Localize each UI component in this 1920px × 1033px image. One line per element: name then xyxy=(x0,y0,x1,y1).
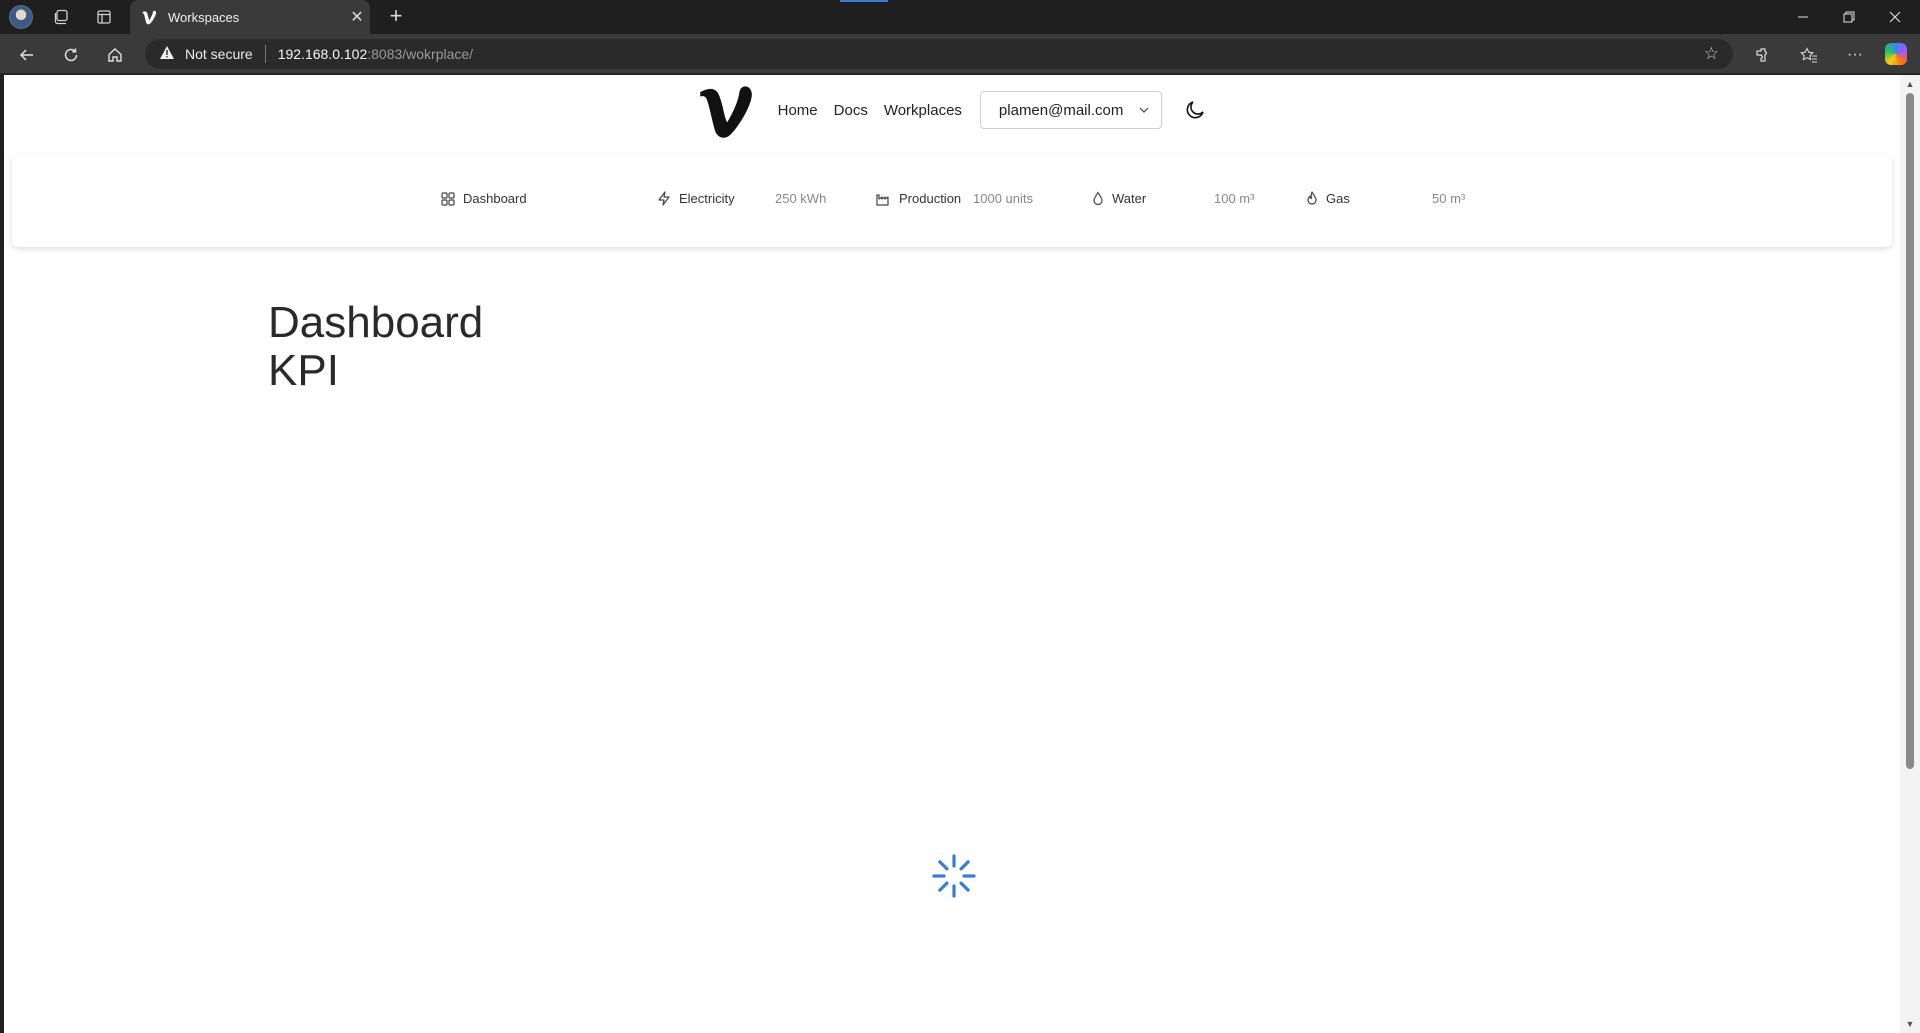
restore-icon[interactable] xyxy=(1826,0,1872,34)
kpi-dashboard[interactable]: Dashboard xyxy=(441,191,527,206)
tab-actions-icon[interactable] xyxy=(90,3,118,31)
kpi-label: Dashboard xyxy=(463,191,527,206)
kpi-label: Water xyxy=(1112,191,1147,206)
spinner-spoke xyxy=(959,881,970,892)
kpi-value: 100 m³ xyxy=(1214,191,1255,206)
flame-icon xyxy=(1307,191,1317,205)
chevron-down-icon xyxy=(1139,107,1149,113)
url-path: :8083/wokrplace/ xyxy=(367,46,474,62)
scrollbar-thumb[interactable] xyxy=(1906,93,1914,769)
url-host: 192.168.0.102 xyxy=(277,46,368,62)
spinner-spoke xyxy=(938,881,949,892)
kpi-bar: Dashboard Electricity 250 kWh Production… xyxy=(12,155,1892,247)
kpi-label: Production xyxy=(899,191,962,206)
spinner-spoke xyxy=(959,860,970,871)
page-title-line1: Dashboard xyxy=(268,298,484,347)
kpi-value: 1000 units xyxy=(973,191,1033,206)
spinner-spoke xyxy=(938,860,949,871)
kpi-label: Gas xyxy=(1326,191,1350,206)
scroll-up-icon[interactable]: ▲ xyxy=(1905,79,1915,89)
kpi-value: 50 m³ xyxy=(1432,191,1466,206)
home-icon[interactable] xyxy=(100,40,130,70)
vimeo-logo-icon[interactable] xyxy=(698,80,754,140)
browser-tab-bar: Workspaces ✕ + xyxy=(0,0,1920,34)
grid-icon xyxy=(441,191,455,206)
profile-avatar[interactable] xyxy=(9,5,33,29)
page-scrollbar[interactable]: ▲ ▼ xyxy=(1900,75,1920,1033)
minimize-icon[interactable] xyxy=(1780,0,1826,34)
browser-tab-active[interactable]: Workspaces ✕ xyxy=(130,0,370,34)
refresh-icon[interactable] xyxy=(56,40,86,70)
kpi-water[interactable]: Water xyxy=(1092,191,1146,206)
page-viewport: Home Docs Workplaces plamen@mail.com Das… xyxy=(4,75,1900,1033)
new-tab-icon[interactable]: + xyxy=(382,3,410,31)
loading-spinner-icon xyxy=(932,854,976,898)
page-title: Dashboard KPI xyxy=(268,299,483,395)
extensions-icon[interactable] xyxy=(1748,40,1778,70)
nav-workplaces-link[interactable]: Workplaces xyxy=(884,102,962,119)
url-separator xyxy=(264,45,266,63)
url-field[interactable]: Not secure 192.168.0.102:8083/wokrplace/… xyxy=(145,39,1733,69)
user-account-dropdown[interactable]: plamen@mail.com xyxy=(979,91,1163,129)
nav-docs-link[interactable]: Docs xyxy=(834,102,868,119)
collections-icon[interactable] xyxy=(48,3,76,31)
factory-icon xyxy=(876,193,889,206)
vimeo-favicon-icon xyxy=(140,8,158,26)
tab-title: Workspaces xyxy=(168,9,240,25)
copilot-icon[interactable] xyxy=(1885,43,1907,65)
kpi-production[interactable]: Production xyxy=(876,191,961,206)
security-label[interactable]: Not secure xyxy=(185,46,253,62)
droplet-icon xyxy=(1093,191,1103,206)
close-window-icon[interactable] xyxy=(1872,0,1918,34)
dark-mode-moon-icon[interactable] xyxy=(1184,99,1206,121)
back-icon[interactable] xyxy=(12,40,42,70)
page-title-line2: KPI xyxy=(268,346,339,395)
kpi-gas[interactable]: Gas xyxy=(1306,191,1350,206)
more-menu-icon[interactable]: ··· xyxy=(1840,40,1870,70)
warning-icon[interactable] xyxy=(159,45,179,64)
kpi-value: 250 kWh xyxy=(775,191,827,206)
tab-indicator xyxy=(840,0,888,2)
tab-close-icon[interactable]: ✕ xyxy=(344,7,370,27)
kpi-label: Electricity xyxy=(679,191,735,206)
kpi-electricity[interactable]: Electricity xyxy=(657,191,735,206)
user-email: plamen@mail.com xyxy=(998,101,1124,119)
site-header: Home Docs Workplaces plamen@mail.com xyxy=(4,75,1900,145)
browser-address-bar: Not secure 192.168.0.102:8083/wokrplace/… xyxy=(0,34,1920,74)
favorites-icon[interactable] xyxy=(1794,40,1824,70)
favorite-star-icon[interactable]: ☆ xyxy=(1704,44,1719,64)
nav-home-link[interactable]: Home xyxy=(778,102,818,119)
bolt-icon xyxy=(658,191,670,206)
scroll-down-icon[interactable]: ▼ xyxy=(1905,1019,1915,1029)
